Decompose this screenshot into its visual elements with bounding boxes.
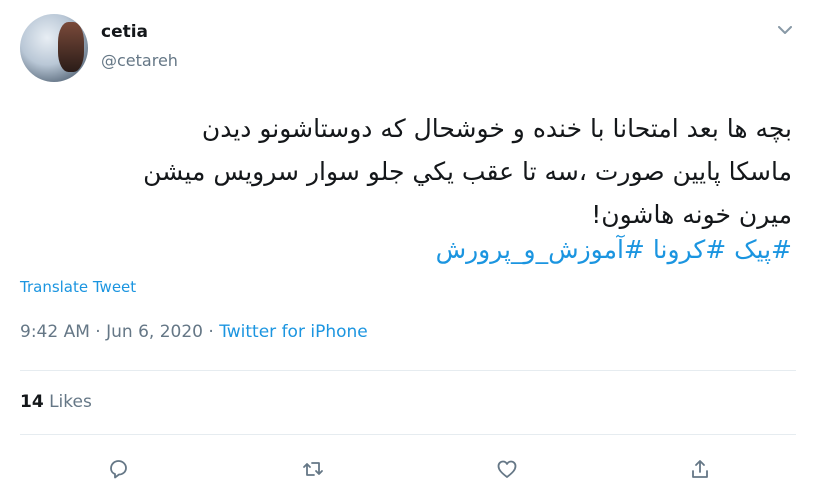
display-name[interactable]: cetia <box>101 22 148 42</box>
hashtag-list: #پیک #کرونا #آموزش_و_پرورش <box>20 230 792 270</box>
like-icon <box>497 460 517 478</box>
meta-separator: · <box>202 322 220 342</box>
like-button[interactable] <box>490 452 524 486</box>
tweet-text: بچه ها بعد امتحانا با خنده و خوشحال که د… <box>20 107 792 236</box>
avatar-image <box>58 22 84 72</box>
divider <box>20 370 796 371</box>
reply-icon <box>110 460 127 479</box>
avatar[interactable] <box>20 14 88 82</box>
divider <box>20 434 796 435</box>
tweet-line: ماسکا پایین صورت ،سه تا عقب یکي جلو سوار… <box>143 157 792 186</box>
likes-count: 14 <box>20 392 44 412</box>
share-icon <box>692 460 708 478</box>
tweet-date[interactable]: Jun 6, 2020 <box>106 322 203 342</box>
tweet-source-link[interactable]: Twitter for iPhone <box>219 322 368 342</box>
retweet-icon <box>303 462 323 476</box>
tweet-actions <box>0 452 816 486</box>
tweet-meta: 9:42 AM · Jun 6, 2020 · Twitter for iPho… <box>20 322 368 342</box>
meta-separator: · <box>89 322 107 342</box>
likes-label: Likes <box>49 392 92 412</box>
hashtag-link[interactable]: #پیک <box>734 235 792 264</box>
tweet-time[interactable]: 9:42 AM <box>20 322 90 342</box>
reply-button[interactable] <box>101 452 135 486</box>
hashtag-link[interactable]: #کرونا <box>653 235 726 264</box>
user-handle[interactable]: @cetareh <box>101 51 178 70</box>
chevron-down-icon[interactable] <box>778 26 792 35</box>
hashtag-link[interactable]: #آموزش_و_پرورش <box>436 235 645 264</box>
retweet-button[interactable] <box>296 452 330 486</box>
likes-count-link[interactable]: 14 Likes <box>20 392 92 412</box>
translate-tweet-link[interactable]: Translate Tweet <box>20 278 136 296</box>
share-button[interactable] <box>683 452 717 486</box>
tweet-line: بچه ها بعد امتحانا با خنده و خوشحال که د… <box>201 114 792 143</box>
